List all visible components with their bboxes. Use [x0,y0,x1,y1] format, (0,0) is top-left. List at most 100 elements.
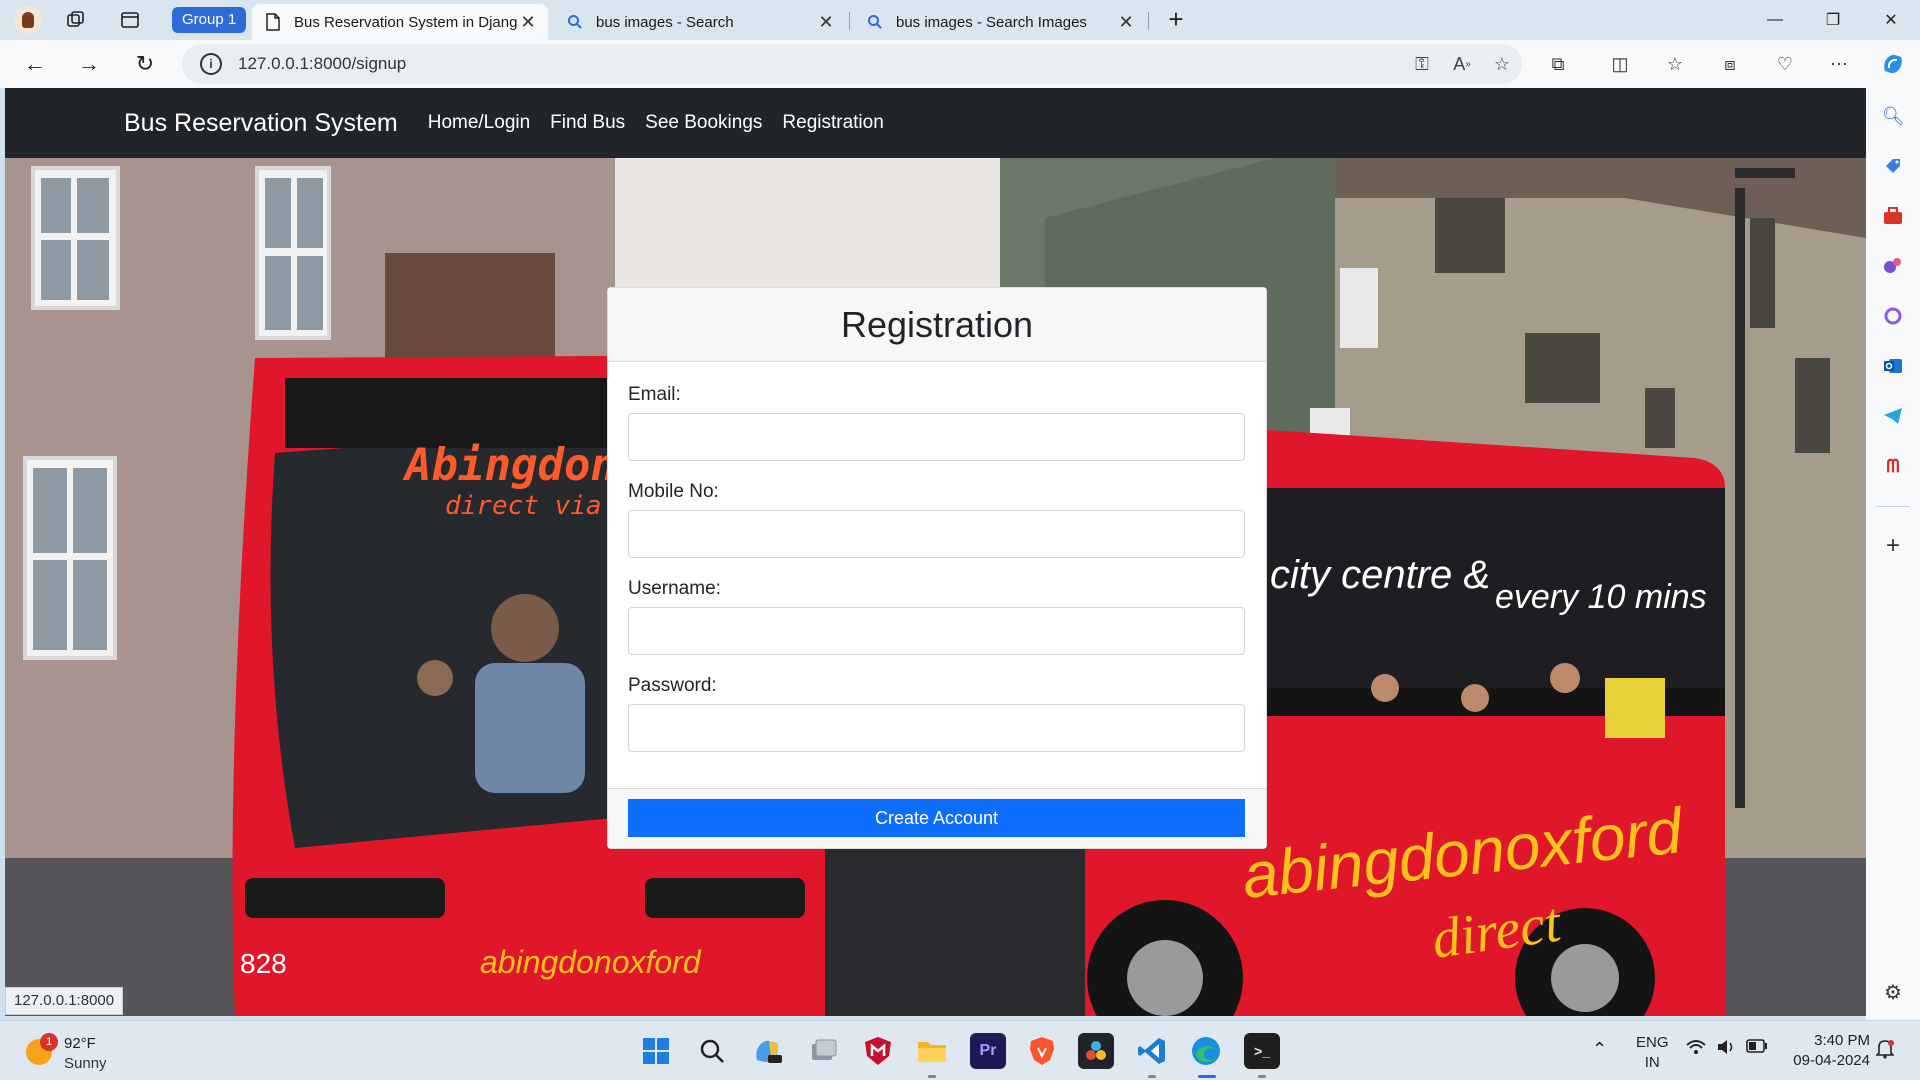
registration-title: Registration [840,303,1034,345]
battery-icon[interactable] [1746,1039,1768,1057]
tab-title: Bus Reservation System in Djang [294,13,518,31]
close-icon[interactable]: ✕ [816,12,836,32]
email-field-group: Email: [628,384,1245,461]
app-active-indicator [1198,1075,1216,1078]
clock-date: 09-04-2024 [1793,1052,1870,1069]
tab-title: bus images - Search [596,13,734,31]
copilot-icon[interactable] [1876,48,1910,80]
mcafee-icon[interactable] [860,1033,896,1069]
card-header: Registration [608,288,1266,362]
nav-registration[interactable]: Registration [782,112,883,134]
vscode-icon[interactable] [1134,1033,1170,1069]
back-button[interactable]: ← [20,50,50,78]
mobile-field-group: Mobile No: [628,481,1245,558]
key-icon[interactable]: ⚿ [1402,44,1442,84]
nav-home-login[interactable]: Home/Login [428,112,530,134]
minimize-button[interactable]: — [1752,4,1798,36]
username-input[interactable] [628,607,1245,655]
nav-find-bus[interactable]: Find Bus [550,112,625,134]
email-input[interactable] [628,413,1245,461]
password-label: Password: [628,675,717,696]
workspaces-icon[interactable] [64,8,88,32]
sidebar-m-icon[interactable]: ᗰ [1879,452,1907,480]
page-viewport: Bus Reservation System Home/Login Find B… [5,88,1866,1016]
profile-avatar[interactable] [14,6,42,34]
terminal-icon[interactable]: >_ [1244,1033,1280,1069]
volume-icon[interactable] [1716,1039,1736,1059]
tab-bus-reservation[interactable]: Bus Reservation System in Djang ✕ [252,4,548,40]
sidebar-telegram-icon[interactable] [1879,402,1907,430]
tab-bus-images-search[interactable]: bus images - Search ✕ [554,4,846,40]
info-icon[interactable]: i [200,53,222,75]
sidebar-add-icon[interactable]: + [1879,532,1907,560]
collections-icon[interactable]: ⧈ [1713,48,1747,80]
forward-button[interactable]: → [74,50,104,78]
address-bar[interactable]: i 127.0.0.1:8000/signup ⚿ A» ☆ [182,44,1522,84]
windows-taskbar: 1 92°F Sunny Pr >_ ⌃ ENG IN 3:40 PM 09-0… [0,1020,1920,1080]
split-screen-icon[interactable]: ◫ [1603,48,1637,80]
file-explorer-icon[interactable] [914,1033,950,1069]
sidebar-tools-icon[interactable] [1879,202,1907,230]
hero-background-photo: Abingdon direct via A city centre & ever… [5,158,1866,1016]
mobile-label: Mobile No: [628,481,719,502]
edge-icon[interactable] [1188,1033,1224,1069]
tab-bus-images-search-images[interactable]: bus images - Search Images ✕ [854,4,1146,40]
search-icon[interactable] [694,1033,730,1069]
copilot-preview-icon[interactable] [750,1033,786,1069]
sidebar-shopping-icon[interactable] [1879,152,1907,180]
start-button[interactable] [638,1033,674,1069]
close-window-button[interactable]: ✕ [1868,4,1914,36]
language-code: ENG [1636,1034,1669,1051]
restore-button[interactable]: ❐ [1810,4,1856,36]
brave-icon[interactable] [1024,1033,1060,1069]
davinci-resolve-icon[interactable] [1078,1033,1114,1069]
nav-see-bookings[interactable]: See Bookings [645,112,762,134]
tab-title: bus images - Search Images [896,13,1087,31]
read-aloud-icon[interactable]: A» [1442,44,1482,84]
tab-separator [1148,12,1149,30]
sidebar-games-icon[interactable] [1879,252,1907,280]
weather-temperature: 92°F [64,1035,96,1052]
password-input[interactable] [628,704,1245,752]
bus-number: 828 [240,948,287,979]
search-icon [564,11,586,33]
create-account-button[interactable]: Create Account [628,799,1245,837]
username-label: Username: [628,578,721,599]
notification-bell-icon[interactable] [1875,1039,1895,1063]
sidebar-outlook-icon[interactable] [1879,352,1907,380]
bus-route-sign: direct via A [445,491,633,521]
extensions-icon[interactable]: ⧉ [1541,48,1575,80]
new-tab-button[interactable]: + [1162,6,1190,34]
premiere-pro-icon[interactable]: Pr [970,1033,1006,1069]
email-label: Email: [628,384,681,405]
sidebar-search-icon[interactable]: 🔍︎ [1879,102,1907,130]
page-icon [262,11,284,33]
sidebar-divider [1876,506,1910,507]
card-footer: Create Account [608,788,1266,848]
clock-time: 3:40 PM [1814,1032,1870,1049]
more-options-icon[interactable]: ⋯ [1822,48,1856,80]
tab-actions-icon[interactable] [118,8,142,32]
url-text[interactable]: 127.0.0.1:8000/signup [238,54,1402,74]
app-running-indicator [928,1075,936,1078]
close-icon[interactable]: ✕ [518,12,538,32]
weather-widget[interactable]: 1 92°F Sunny [26,1033,166,1073]
favorites-icon[interactable]: ☆ [1658,48,1692,80]
sidebar-settings-icon[interactable]: ⚙ [1879,978,1907,1006]
show-hidden-icons-chevron-icon[interactable]: ⌃ [1592,1039,1607,1060]
system-clock[interactable]: 3:40 PM 09-04-2024 [1780,1031,1870,1071]
wifi-icon[interactable] [1686,1039,1706,1059]
browser-essentials-icon[interactable]: ♡ [1768,48,1802,80]
site-brand[interactable]: Bus Reservation System [124,109,398,138]
registration-card: Registration Email: Mobile No: Username:… [607,287,1267,849]
language-indicator[interactable]: ENG IN [1636,1033,1669,1073]
tab-group-label[interactable]: Group 1 [172,7,247,33]
favorite-star-icon[interactable]: ☆ [1482,44,1522,84]
task-view-icon[interactable] [806,1033,842,1069]
bus-side-text-2: every 10 mins [1495,578,1707,616]
mobile-input[interactable] [628,510,1245,558]
tab-separator [849,12,850,30]
refresh-button[interactable]: ↻ [130,50,160,78]
close-icon[interactable]: ✕ [1116,12,1136,32]
sidebar-copilot-icon[interactable] [1879,302,1907,330]
